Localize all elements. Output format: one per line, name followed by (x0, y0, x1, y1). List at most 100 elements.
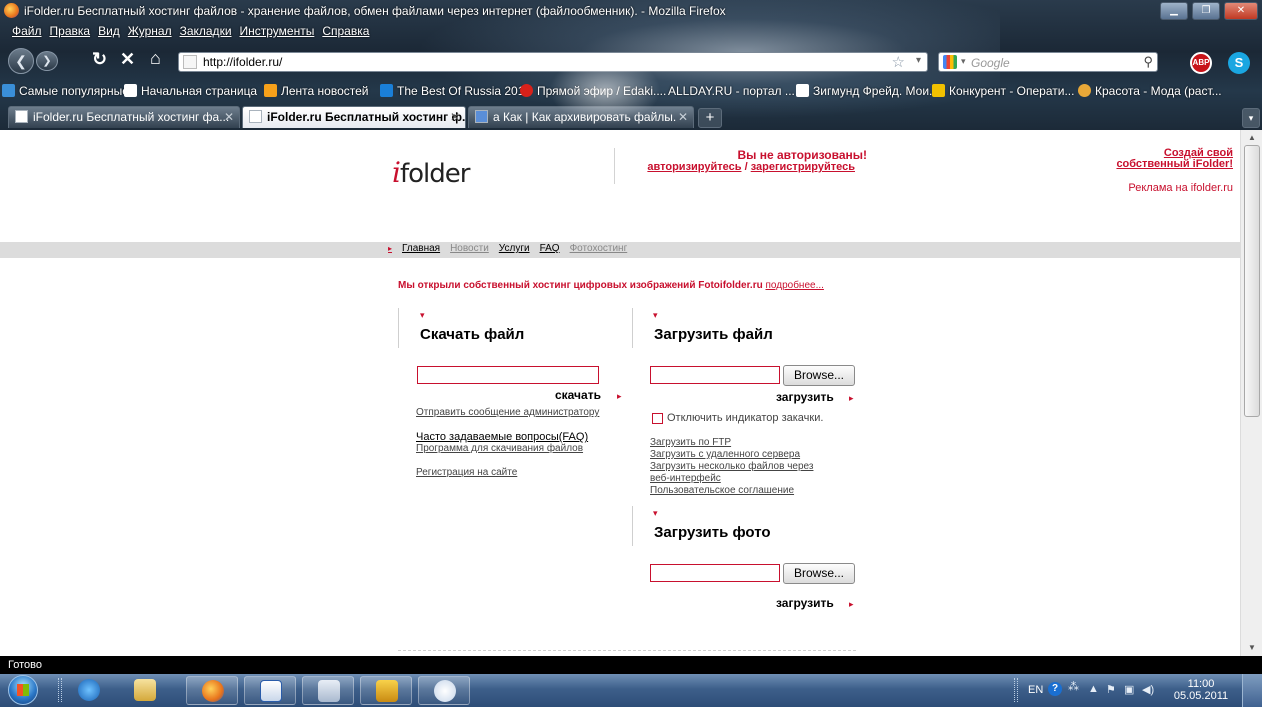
upload-file-title: Загрузить файл (654, 326, 773, 343)
upload-browse-button[interactable]: Browse... (783, 365, 855, 386)
engine-dropdown-icon[interactable]: ▾ (961, 56, 966, 67)
tray-small-icon[interactable]: ⁂ (1068, 680, 1079, 693)
bookmark-start-page[interactable]: Начальная страница (124, 84, 257, 98)
upload-file-input[interactable] (650, 366, 780, 384)
home-icon[interactable]: ⌂ (150, 48, 161, 69)
remote-upload-link[interactable]: Загрузить с удаленного сервера (650, 449, 800, 460)
tab-archive[interactable]: а Как | Как архивировать файлы. ✕ (468, 106, 694, 128)
photo-browse-button[interactable]: Browse... (783, 563, 855, 584)
volume-icon[interactable]: ◀) (1142, 683, 1154, 696)
menu-file[interactable]: Файл (8, 22, 46, 40)
back-button[interactable]: ❮ (8, 48, 34, 74)
show-desktop-button[interactable] (1242, 674, 1262, 707)
download-button[interactable]: скачать (555, 388, 601, 402)
taskbar-calculator[interactable] (302, 676, 354, 705)
network-icon[interactable]: ▣ (1124, 683, 1134, 696)
search-icon[interactable]: ⚲ (1143, 54, 1153, 70)
menu-help[interactable]: Справка (318, 22, 373, 40)
ifolder-logo[interactable]: ifolder (392, 156, 470, 189)
google-engine-icon[interactable] (943, 55, 957, 69)
tab-ifolder-2[interactable]: iFolder.ru Бесплатный хостинг ф... ✕ (242, 106, 466, 128)
bookmark-news-feed[interactable]: Лента новостей (264, 84, 369, 98)
konkurent-icon (932, 84, 945, 97)
url-history-dropdown-icon[interactable]: ▾ (916, 55, 921, 66)
windows-taskbar: EN ? ⁂ ▲ ⚑ ▣ ◀) 11:00 05.05.2011 (0, 674, 1262, 707)
bookmark-konkurent[interactable]: Конкурент - Операти... (932, 84, 1074, 98)
user-agreement-link[interactable]: Пользовательское соглашение (650, 485, 794, 496)
language-indicator[interactable]: EN (1028, 684, 1043, 696)
download-program-link[interactable]: Программа для скачивания файлов (416, 443, 583, 454)
bookmark-best-of-russia[interactable]: The Best Of Russia 2010 (380, 84, 531, 98)
advertising-link[interactable]: Реклама на ifolder.ru (1100, 182, 1233, 194)
minimize-button[interactable]: ▁ (1160, 2, 1188, 20)
search-placeholder[interactable]: Google (971, 56, 1010, 70)
create-own-ifolder-link[interactable]: Создай свой собственный iFolder! (1100, 148, 1233, 170)
upload-photo-input[interactable] (650, 564, 780, 582)
explorer-folder-icon[interactable] (134, 679, 156, 701)
vertical-scrollbar[interactable]: ▲ ▼ (1240, 130, 1262, 656)
adblock-plus-icon[interactable]: ABP (1190, 52, 1212, 74)
multi-upload-link[interactable]: Загрузить несколько файлов через (650, 461, 813, 472)
stop-icon[interactable]: ✕ (120, 49, 135, 70)
bookmark-star-icon[interactable]: ☆ (892, 53, 905, 71)
menu-bookmarks[interactable]: Закладки (176, 22, 236, 40)
download-url-input[interactable] (417, 366, 599, 384)
site-registration-link[interactable]: Регистрация на сайте (416, 467, 517, 478)
search-bar[interactable]: ▾ Google ⚲ (938, 52, 1158, 72)
tab-close-icon[interactable]: ✕ (224, 110, 234, 124)
help-icon[interactable]: ? (1048, 682, 1062, 696)
faq-link[interactable]: Часто задаваемые вопросы(FAQ) (416, 432, 588, 443)
menu-history[interactable]: Журнал (124, 22, 176, 40)
tab-ifolder-1[interactable]: iFolder.ru Бесплатный хостинг фа... ✕ (8, 106, 240, 128)
upload-photo-button[interactable]: загрузить (776, 596, 834, 610)
page-icon (249, 110, 262, 123)
taskbar-firefox[interactable] (186, 676, 238, 705)
register-link[interactable]: зарегистрируйтесь (751, 161, 855, 173)
bookmark-beauty-fashion[interactable]: Красота - Мода (раст... (1078, 84, 1222, 98)
taskbar-word[interactable] (244, 676, 296, 705)
scroll-up-icon[interactable]: ▲ (1241, 130, 1262, 146)
multi-upload-link-cont[interactable]: веб-интерфейс (650, 473, 721, 484)
tab-close-icon[interactable]: ✕ (450, 110, 460, 124)
menu-tools[interactable]: Инструменты (236, 22, 319, 40)
nav-services[interactable]: Услуги (499, 243, 530, 254)
announcement-more-link[interactable]: подробнее... (765, 280, 823, 291)
bookmark-allday[interactable]: ALLDAY.RU - портал ... (668, 84, 795, 98)
clock[interactable]: 11:00 05.05.2011 (1168, 678, 1234, 702)
reload-icon[interactable]: ↻ (92, 49, 107, 70)
system-tray: EN ? ⁂ ▲ ⚑ ▣ ◀) 11:00 05.05.2011 (1014, 678, 1240, 704)
maximize-button[interactable]: ❐ (1192, 2, 1220, 20)
url-bar[interactable]: http://ifolder.ru/ ☆ ▾ (178, 52, 928, 72)
nav-faq[interactable]: FAQ (540, 243, 560, 254)
message-admin-link[interactable]: Отправить сообщение администратору (416, 407, 599, 418)
menu-edit[interactable]: Правка (46, 22, 95, 40)
bookmark-edaki[interactable]: Прямой эфир / Edaki.... (520, 84, 666, 98)
bookmark-most-visited[interactable]: Самые популярные (2, 84, 129, 98)
show-hidden-icons[interactable]: ▲ (1088, 683, 1099, 695)
scroll-down-icon[interactable]: ▼ (1241, 640, 1262, 656)
start-button[interactable] (8, 675, 38, 705)
disable-progress-checkbox[interactable] (652, 413, 663, 424)
taskbar-paint[interactable] (418, 676, 470, 705)
login-link[interactable]: авторизируйтесь (647, 161, 741, 173)
internet-explorer-icon[interactable] (78, 679, 100, 701)
url-text[interactable]: http://ifolder.ru/ (203, 55, 282, 69)
tab-close-icon[interactable]: ✕ (678, 110, 688, 124)
menu-view[interactable]: Вид (94, 22, 124, 40)
close-window-button[interactable]: ✕ (1224, 2, 1258, 20)
taskbar-app[interactable] (360, 676, 412, 705)
site-identity-icon[interactable] (183, 55, 197, 69)
nav-news[interactable]: Новости (450, 243, 489, 254)
ftp-upload-link[interactable]: Загрузить по FTP (650, 437, 731, 448)
skype-icon[interactable]: S (1228, 52, 1250, 74)
upload-button[interactable]: загрузить (776, 390, 834, 404)
tab-list-button[interactable]: ▾ (1242, 108, 1260, 128)
forward-button[interactable]: ❯ (36, 51, 58, 71)
nav-home[interactable]: Главная (402, 243, 440, 254)
nav-photohosting[interactable]: Фотохостинг (570, 243, 628, 254)
announcement: Мы открыли собственный хостинг цифровых … (398, 280, 824, 291)
bookmark-freud[interactable]: Зигмунд Фрейд. Мои... (796, 84, 939, 98)
scroll-thumb[interactable] (1244, 145, 1260, 417)
new-tab-button[interactable]: + (698, 108, 722, 128)
flag-icon[interactable]: ⚑ (1106, 683, 1116, 696)
